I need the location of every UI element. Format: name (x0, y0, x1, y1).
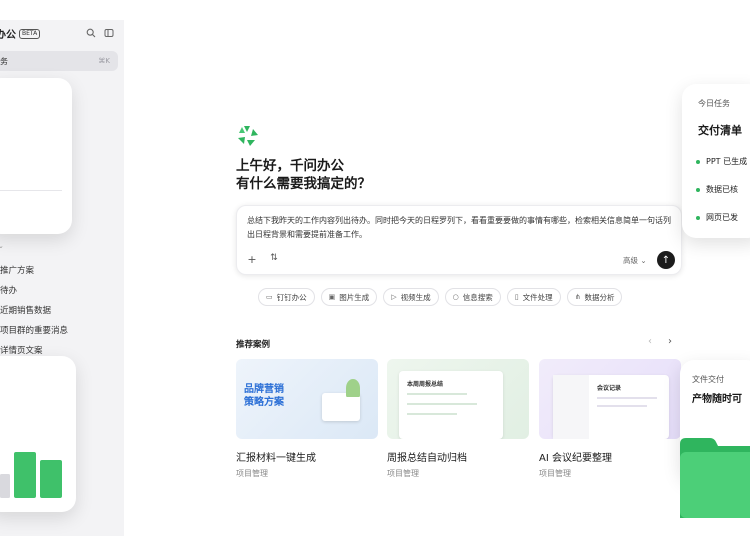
line (407, 393, 467, 395)
app-sidebar (553, 375, 589, 439)
quick-actions: ▭ 钉钉办公 ▣ 图片生成 ▷ 视频生成 ○ 信息搜索 ▯ 文件处理 ⋔ 数据分析 (258, 288, 623, 306)
divider (0, 190, 62, 191)
case-card[interactable]: 品牌营销 策略方案 汇报材料一键生成 项目管理 (236, 359, 378, 479)
line (407, 413, 457, 415)
prev-arrow-icon[interactable]: ‹ (648, 336, 652, 347)
chip-search[interactable]: ○ 信息搜索 (444, 288, 501, 306)
sidebar-item[interactable]: 近期销售数据 (0, 300, 68, 320)
prompt-input-box[interactable]: 总结下我昨天的工作内容列出待办。同时把今天的日程罗列下，看看重要要做的事情有哪些… (236, 205, 682, 275)
image-icon: ▣ (328, 293, 336, 301)
task-label: 数据已核 (706, 185, 738, 194)
chip-image[interactable]: ▣ 图片生成 (320, 288, 378, 306)
case-thumbnail: 品牌营销 策略方案 (236, 359, 378, 439)
floating-chart-card (0, 356, 76, 512)
bar-chart-illustration (0, 452, 62, 498)
meeting-app-illustration: 会议记录 (553, 375, 669, 439)
next-arrow-icon[interactable]: › (668, 336, 672, 347)
task-label: 网页已发 (706, 213, 738, 222)
sidebar-item-label: 项目群的重要消息 (0, 326, 69, 336)
today-label: 今日任务 (698, 99, 730, 108)
status-dot-icon (696, 159, 700, 164)
floating-preview-card (0, 78, 72, 234)
doc-title: 产物随时可 (692, 394, 742, 405)
arrow-up-icon: ↑ (661, 254, 671, 266)
chevron-down-icon: ⌄ (640, 256, 647, 265)
file-icon: ▯ (514, 293, 519, 301)
line (407, 403, 477, 405)
greeting-line-2: 有什么需要我搞定的？ (236, 176, 371, 192)
case-tag: 项目管理 (387, 469, 419, 478)
today-tasks-card: 今日任务 交付清单 PPT 已生成 数据已核 网页已发 (682, 84, 750, 238)
brand: 办公 BETA (0, 26, 41, 41)
chip-video[interactable]: ▷ 视频生成 (383, 288, 439, 306)
sidebar-item-label: 详情页文案 (0, 346, 43, 356)
chip-label: 数据分析 (584, 292, 615, 302)
chip-label: 文件处理 (522, 292, 553, 302)
folder-icon (680, 436, 750, 518)
sidebar-item[interactable]: 待办 (0, 280, 68, 300)
chip-label: 信息搜索 (462, 292, 493, 302)
line (597, 405, 647, 407)
chip-label: 钉钉办公 (276, 292, 307, 302)
search-icon: ○ (452, 293, 459, 301)
chip-label: 视频生成 (400, 292, 431, 302)
tool-settings-icon[interactable]: ⇅ (267, 253, 281, 263)
doc-label: 文件交付 (692, 375, 724, 384)
thumb-text: 品牌营销 策略方案 (244, 384, 284, 408)
greeting: 上午好，千问办公 有什么需要我搞定的？ (236, 157, 371, 193)
case-title: 周报总结自动归档 (387, 453, 467, 464)
line (597, 397, 657, 399)
sidebar-item-label: 近期销售数据 (0, 306, 52, 316)
task-item: 网页已发 (696, 212, 738, 223)
status-dot-icon (696, 215, 700, 220)
chip-label: 图片生成 (339, 292, 370, 302)
case-card[interactable]: 会议记录 AI 会议纪要整理 项目管理 (539, 359, 681, 479)
case-tag: 项目管理 (539, 469, 571, 478)
prompt-input-text[interactable]: 总结下我昨天的工作内容列出待办。同时把今天的日程罗列下，看看重要要做的事情有哪些… (247, 214, 673, 242)
task-label: PPT 已生成 (706, 157, 748, 166)
sidebar-item[interactable]: 推广方案 (0, 260, 68, 280)
case-title: AI 会议纪要整理 (539, 453, 612, 464)
plant-illustration (346, 379, 360, 397)
case-thumbnail: 本周周报总结 (387, 359, 529, 439)
today-title: 交付清单 (698, 124, 742, 137)
beta-badge: BETA (19, 28, 41, 39)
recent-collapse-icon[interactable]: ⌄ (0, 242, 4, 250)
mode-select[interactable]: 高级 ⌄ (623, 255, 647, 266)
laptop-illustration (322, 393, 360, 421)
case-card[interactable]: 本周周报总结 周报总结自动归档 项目管理 (387, 359, 529, 479)
task-item: 数据已核 (696, 184, 738, 195)
top-strip (0, 0, 750, 20)
case-title: 汇报材料一键生成 (236, 453, 316, 464)
case-thumbnail: 会议记录 (539, 359, 681, 439)
sidebar-history-list: 推广方案 待办 近期销售数据 项目群的重要消息 详情页文案 (0, 260, 68, 360)
chart-icon: ⋔ (574, 293, 581, 301)
report-doc-illustration: 本周周报总结 (399, 371, 503, 439)
new-task-button[interactable]: 务 ⌘K (0, 51, 118, 71)
sidebar-item-label: 推广方案 (0, 266, 35, 276)
chip-data[interactable]: ⋔ 数据分析 (566, 288, 623, 306)
laptop-icon: ▭ (266, 293, 273, 301)
sidebar-item-label: 待办 (0, 286, 18, 296)
cases-title: 推荐案例 (236, 340, 271, 350)
brand-name: 办公 (0, 30, 16, 41)
add-icon[interactable]: + (245, 253, 259, 266)
video-icon: ▷ (391, 293, 397, 301)
new-task-label: 务 (0, 56, 8, 66)
task-item: PPT 已生成 (696, 156, 747, 167)
new-task-shortcut: ⌘K (98, 57, 110, 65)
send-button[interactable]: ↑ (657, 251, 675, 269)
chip-file[interactable]: ▯ 文件处理 (506, 288, 561, 306)
thumb-text: 本周周报总结 (407, 381, 444, 388)
app-logo-icon (236, 124, 260, 148)
mode-label: 高级 (623, 256, 638, 265)
status-dot-icon (696, 187, 700, 192)
sidebar-toggle-icon[interactable] (102, 26, 116, 40)
search-icon[interactable] (84, 26, 98, 40)
chip-dingtalk[interactable]: ▭ 钉钉办公 (258, 288, 315, 306)
greeting-line-1: 上午好，千问办公 (236, 158, 344, 174)
case-tag: 项目管理 (236, 469, 268, 478)
thumb-text: 会议记录 (597, 385, 622, 392)
sidebar-item[interactable]: 项目群的重要消息 (0, 320, 68, 340)
